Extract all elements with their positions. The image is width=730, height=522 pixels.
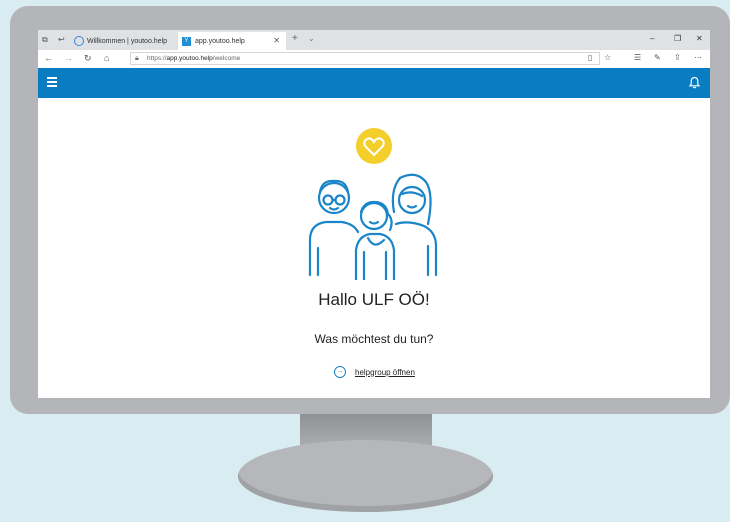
reading-view-icon[interactable]: ▯: [588, 53, 592, 62]
favorites-list-icon[interactable]: ☰: [634, 53, 641, 62]
bell-icon[interactable]: [689, 76, 700, 89]
three-people-heart-icon: [308, 128, 438, 280]
hamburger-icon[interactable]: [47, 77, 57, 90]
monitor-base: [238, 440, 493, 512]
pen-icon[interactable]: ✎: [654, 53, 661, 62]
arrow-circle-right-icon: →: [334, 366, 346, 378]
more-icon[interactable]: ⋯: [694, 53, 702, 62]
refresh-icon[interactable]: ↻: [84, 53, 92, 64]
lock-icon: 🔒︎: [135, 55, 139, 62]
open-helpgroup-label: helpgroup öffnen: [355, 367, 415, 377]
tab-label: Willkommen | youtoo.help: [87, 37, 168, 45]
browser-window: ⧉ ↩ Willkommen | youtoo.help Y app.youto…: [38, 30, 710, 398]
app-header: [38, 68, 710, 98]
page-title: Hallo ULF OÖ!: [318, 290, 430, 309]
tab-bar: ⧉ ↩ Willkommen | youtoo.help Y app.youto…: [38, 30, 710, 50]
restore-icon[interactable]: ❐: [674, 34, 681, 43]
tab-app[interactable]: Y app.youtoo.help ✕: [178, 32, 286, 50]
tab-close-icon[interactable]: ✕: [273, 36, 280, 45]
favorite-star-icon[interactable]: ☆: [604, 53, 611, 62]
minimize-icon[interactable]: –: [650, 34, 654, 43]
tab-willkommen[interactable]: Willkommen | youtoo.help: [74, 32, 178, 50]
set-aside-tabs-icon[interactable]: ↩: [58, 35, 65, 44]
url-input[interactable]: 🔒︎ https://app.youtoo.help/welcome: [130, 52, 600, 65]
home-icon[interactable]: ⌂: [104, 53, 109, 63]
forward-icon[interactable]: →: [64, 53, 73, 63]
page-subtitle: Was möchtest du tun?: [314, 332, 434, 346]
back-icon[interactable]: ←: [44, 53, 53, 63]
share-icon[interactable]: ⇪: [674, 53, 681, 62]
new-tab-icon[interactable]: +: [292, 33, 298, 44]
open-helpgroup-link[interactable]: → helpgroup öffnen: [334, 366, 415, 378]
tab-actions-icon[interactable]: ⧉: [42, 35, 48, 45]
tab-label: app.youtoo.help: [195, 37, 245, 45]
close-window-icon[interactable]: ✕: [696, 34, 703, 43]
address-bar: ← → ↻ ⌂ 🔒︎ https://app.youtoo.help/welcom…: [38, 50, 710, 69]
app-favicon-icon: Y: [182, 36, 191, 46]
chevron-down-icon[interactable]: ⌄: [308, 34, 315, 43]
people-favicon-icon: [74, 36, 84, 46]
main-content: Hallo ULF OÖ! Was möchtest du tun? → hel…: [38, 98, 710, 398]
